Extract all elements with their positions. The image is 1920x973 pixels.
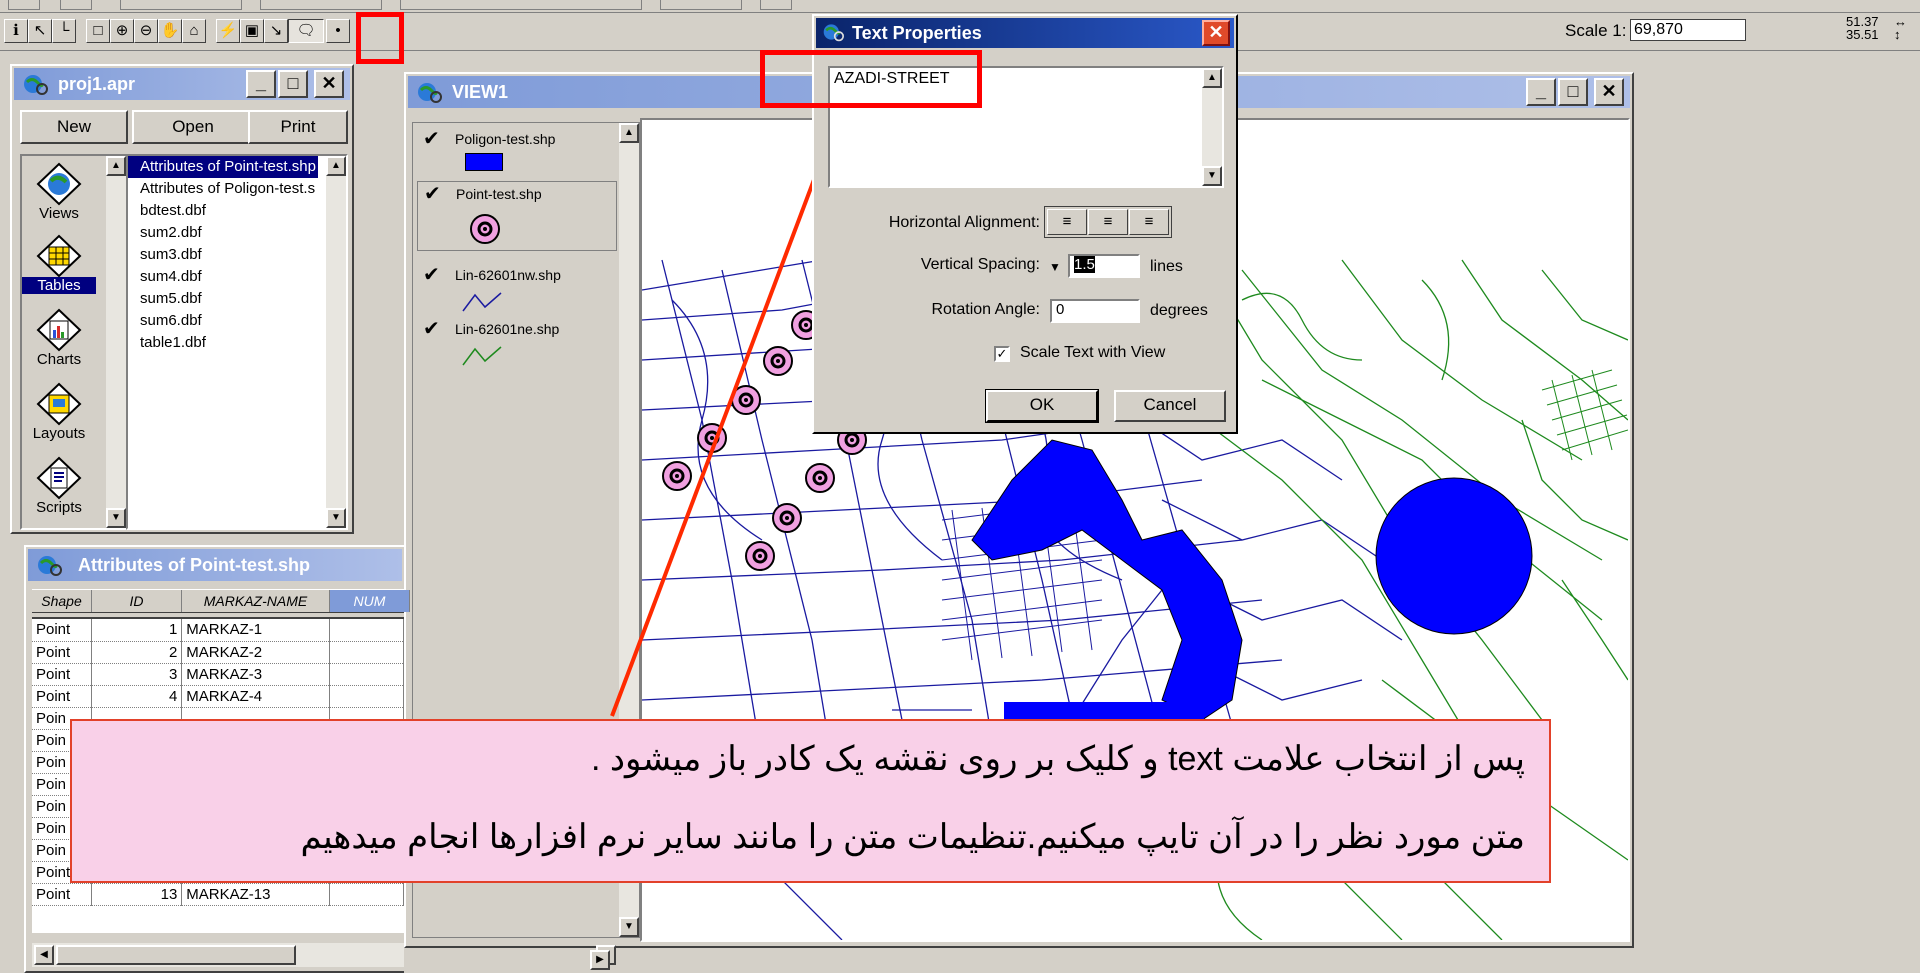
vertical-spacing-unit: lines (1150, 258, 1183, 275)
alignment-buttons: ≡ ≡ ≡ (1044, 206, 1172, 238)
rotation-unit: degrees (1150, 302, 1208, 319)
rotation-angle-input[interactable]: 0 (1050, 299, 1140, 323)
scroll-up-arrow-icon[interactable]: ▲ (1202, 68, 1222, 88)
rotation-angle-label: Rotation Angle: (931, 301, 1040, 318)
text-properties-titlebar[interactable]: Text Properties (816, 18, 1234, 48)
text-value-highlight (760, 50, 982, 108)
ok-button[interactable]: OK (985, 389, 1099, 423)
scale-text-checkbox[interactable]: ✓ (994, 346, 1010, 362)
annotation-line-2: متن مورد نظر را در آن تایپ میکنیم.تنظیما… (300, 818, 1525, 856)
dialog-close-button[interactable]: ✕ (1202, 20, 1230, 46)
align-left-icon[interactable]: ≡ (1047, 209, 1087, 235)
vertical-spacing-dropdown-icon[interactable]: ▼ (1046, 256, 1064, 278)
annotation-note: پس از انتخاب علامت text و کلیک بر روی نق… (70, 719, 1551, 883)
text-properties-dialog: Text Properties ✕ AZADI-STREET ▲ ▼ Horiz… (760, 14, 1238, 434)
text-area-scrollbar[interactable]: ▲ ▼ (1202, 68, 1222, 186)
annotation-line-1: پس از انتخاب علامت text و کلیک بر روی نق… (590, 740, 1525, 778)
vertical-spacing-input[interactable]: 1.5 (1068, 254, 1140, 278)
vertical-spacing-label: Vertical Spacing: (920, 256, 1040, 273)
align-right-icon[interactable]: ≡ (1129, 209, 1169, 235)
scale-text-label: Scale Text with View (1020, 344, 1166, 361)
align-center-icon[interactable]: ≡ (1088, 209, 1128, 235)
arcview-globe-icon (823, 24, 844, 42)
cancel-button[interactable]: Cancel (1114, 390, 1226, 422)
scroll-down-arrow-icon[interactable]: ▼ (1202, 166, 1222, 186)
horizontal-alignment-label: Horizontal Alignment: (888, 214, 1040, 231)
